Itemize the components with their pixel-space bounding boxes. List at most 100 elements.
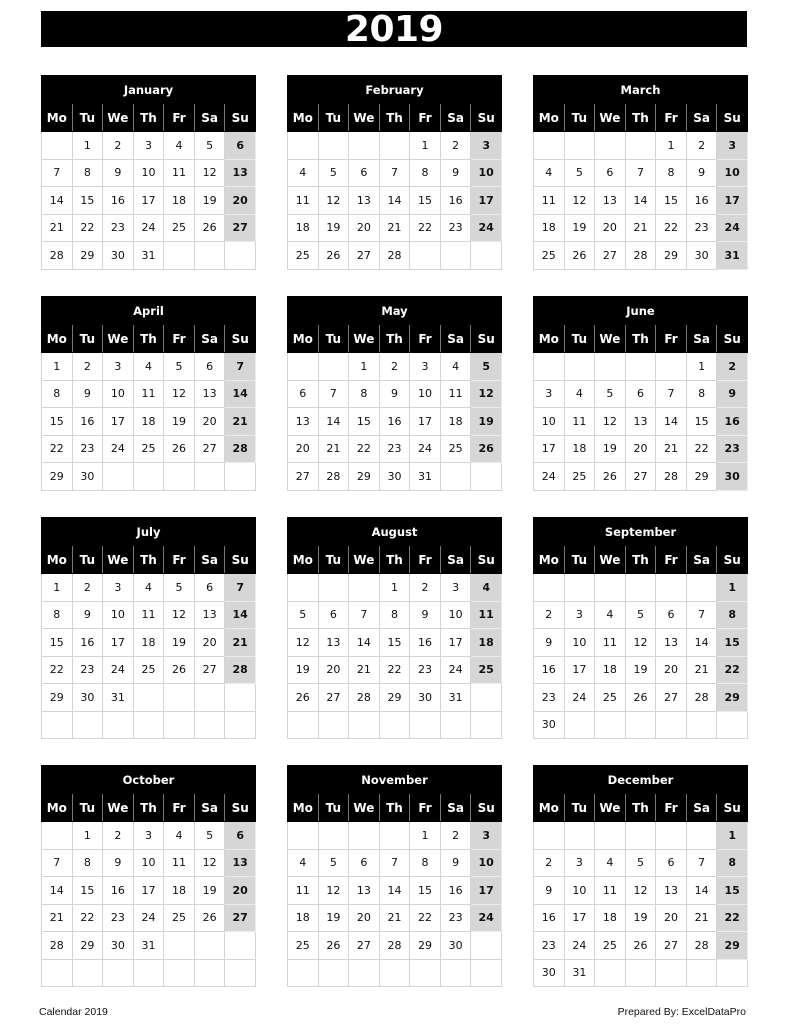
week-row: 123	[287, 131, 502, 160]
day-cell: 6	[655, 848, 687, 877]
day-cell	[378, 821, 411, 850]
sunday-cell	[470, 958, 502, 987]
weekday-label: Fr	[163, 324, 195, 353]
day-cell: 15	[409, 876, 441, 905]
day-cell: 9	[685, 158, 718, 187]
day-cell: 16	[71, 407, 104, 436]
day-cell: 3	[563, 600, 596, 629]
day-cell: 5	[594, 379, 626, 408]
sunday-cell: 2	[716, 352, 748, 381]
day-cell: 23	[439, 213, 472, 242]
day-cell: 17	[132, 876, 165, 905]
sunday-cell: 26	[470, 434, 502, 463]
month-title: March	[533, 75, 748, 104]
day-cell: 8	[71, 158, 104, 187]
sunday-cell: 10	[470, 848, 502, 877]
day-cell: 4	[287, 848, 319, 877]
day-cell: 27	[594, 241, 626, 270]
day-cell: 7	[317, 379, 350, 408]
weekday-label: Th	[624, 545, 657, 574]
week-row: 4 5 6 7 8 9 10	[287, 848, 502, 877]
day-cell: 15	[348, 407, 380, 436]
week-row: 16 17 18 19 20 21 22	[533, 903, 748, 932]
weekday-label: Sa	[685, 324, 718, 353]
day-cell: 12	[163, 600, 195, 629]
day-cell	[163, 958, 195, 987]
day-cell: 30	[533, 958, 565, 987]
day-cell: 22	[409, 903, 441, 932]
day-cell	[655, 573, 687, 602]
weekday-label: Th	[378, 545, 411, 574]
day-cell: 30	[71, 462, 104, 491]
day-cell: 8	[41, 600, 73, 629]
day-cell: 24	[132, 903, 165, 932]
day-cell	[563, 821, 596, 850]
day-cell: 19	[287, 655, 319, 684]
day-cell: 9	[71, 379, 104, 408]
sunday-cell	[470, 931, 502, 960]
sunday-cell	[224, 683, 256, 712]
day-cell: 2	[533, 848, 565, 877]
day-cell: 27	[193, 655, 226, 684]
day-cell: 19	[193, 876, 226, 905]
day-cell: 1	[655, 131, 687, 160]
day-cell: 11	[163, 158, 195, 187]
day-cell: 24	[563, 683, 596, 712]
day-cell: 22	[348, 434, 380, 463]
day-cell: 25	[533, 241, 565, 270]
day-cell: 7	[378, 848, 411, 877]
weekday-label: Su	[224, 545, 256, 574]
day-cell: 14	[317, 407, 350, 436]
day-cell: 18	[594, 655, 626, 684]
week-row: 21 22 23 24 25 26 27	[41, 903, 256, 932]
day-cell: 28	[655, 462, 687, 491]
day-cell: 8	[655, 158, 687, 187]
day-cell: 22	[685, 434, 718, 463]
month-calendar-june: June Mo Tu We Th Fr Sa Su 1 2 3 4 5 6 7 8 9 10 11 12 13 14 15 1…	[533, 296, 748, 491]
weekday-label: Tu	[71, 324, 104, 353]
day-cell: 1	[685, 352, 718, 381]
week-row: 11 12 13 14 15 16 17	[287, 186, 502, 215]
day-cell: 23	[439, 903, 472, 932]
month-title: May	[287, 296, 502, 325]
day-cell	[624, 131, 657, 160]
weekday-label: Su	[224, 324, 256, 353]
day-cell: 12	[563, 186, 596, 215]
day-cell: 24	[132, 213, 165, 242]
day-cell: 4	[439, 352, 472, 381]
day-cell	[563, 573, 596, 602]
weekday-label: Sa	[439, 103, 472, 132]
day-cell: 21	[685, 903, 718, 932]
sunday-cell: 20	[224, 186, 256, 215]
day-cell: 24	[102, 434, 134, 463]
day-cell: 25	[163, 903, 195, 932]
day-cell: 7	[685, 600, 718, 629]
day-cell: 8	[348, 379, 380, 408]
day-cell: 26	[317, 931, 350, 960]
day-cell	[317, 352, 350, 381]
day-cell: 29	[655, 241, 687, 270]
month-calendar-july: July Mo Tu We Th Fr Sa Su 1 2 3 4 5 6 7 8 9 10 11 12 13 14 15 1…	[41, 517, 256, 739]
day-cell: 7	[348, 600, 380, 629]
day-cell: 20	[193, 628, 226, 657]
weekday-header-row: Mo Tu We Th Fr Sa Su	[533, 324, 748, 353]
weekday-label: We	[102, 793, 134, 822]
day-cell: 20	[624, 434, 657, 463]
day-cell: 28	[41, 241, 73, 270]
weekday-header-row: Mo Tu We Th Fr Sa Su	[287, 324, 502, 353]
day-cell: 17	[439, 628, 472, 657]
day-cell: 18	[132, 628, 165, 657]
day-cell	[439, 710, 472, 739]
day-cell: 15	[378, 628, 411, 657]
day-cell	[655, 352, 687, 381]
weekday-label: Fr	[655, 793, 687, 822]
weekday-header-row: Mo Tu We Th Fr Sa Su	[287, 545, 502, 574]
sunday-cell: 23	[716, 434, 748, 463]
day-cell: 20	[348, 903, 380, 932]
day-cell: 21	[348, 655, 380, 684]
day-cell: 23	[533, 931, 565, 960]
day-cell: 26	[193, 213, 226, 242]
weekday-header-row: Mo Tu We Th Fr Sa Su	[533, 793, 748, 822]
day-cell: 2	[685, 131, 718, 160]
day-cell	[317, 710, 350, 739]
